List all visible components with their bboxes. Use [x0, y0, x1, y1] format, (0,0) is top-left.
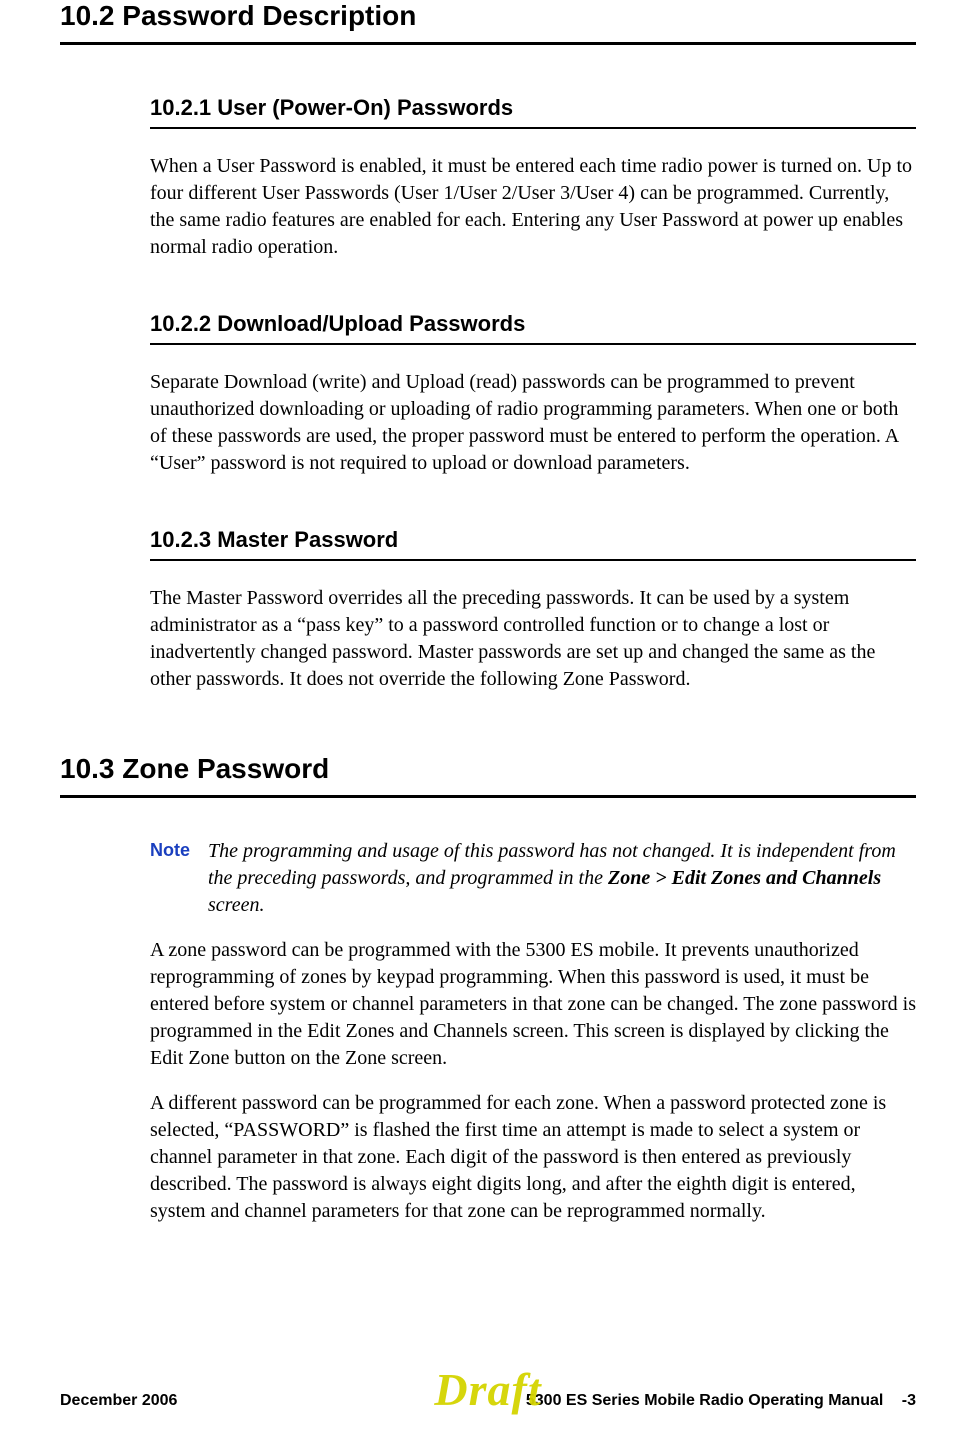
page-footer: December 2006 Draft 5300 ES Series Mobil…	[60, 1392, 916, 1410]
section-10-3-body: A zone password can be programmed with t…	[150, 937, 916, 1225]
rule-10-2-2	[150, 343, 916, 345]
note-text-post: screen.	[208, 894, 264, 916]
para-10-2-3: The Master Password overrides all the pr…	[150, 585, 916, 693]
note-10-3: Note The programming and usage of this p…	[150, 838, 916, 919]
heading-10-2-3: 10.2.3 Master Password	[150, 527, 916, 553]
draft-watermark: Draft	[434, 1363, 541, 1416]
footer-page-number: -3	[902, 1392, 916, 1409]
para-10-3-1: A zone password can be programmed with t…	[150, 937, 916, 1072]
footer-date: December 2006	[60, 1392, 177, 1410]
heading-10-2: 10.2 Password Description	[60, 0, 916, 42]
heading-10-2-1: 10.2.1 User (Power-On) Passwords	[150, 95, 916, 121]
note-label: Note	[150, 838, 190, 861]
rule-10-2-1	[150, 127, 916, 129]
note-text: The programming and usage of this passwo…	[208, 838, 916, 919]
heading-10-2-2: 10.2.2 Download/Upload Passwords	[150, 311, 916, 337]
rule-10-2	[60, 42, 916, 45]
footer-title-block: 5300 ES Series Mobile Radio Operating Ma…	[526, 1392, 916, 1410]
rule-10-3	[60, 795, 916, 798]
rule-10-2-3	[150, 559, 916, 561]
note-text-bold: Zone > Edit Zones and Channels	[608, 867, 881, 889]
para-10-3-2: A different password can be programmed f…	[150, 1090, 916, 1225]
footer-manual-title: 5300 ES Series Mobile Radio Operating Ma…	[526, 1392, 883, 1409]
para-10-2-1: When a User Password is enabled, it must…	[150, 153, 916, 261]
section-10-2-body: 10.2.1 User (Power-On) Passwords When a …	[150, 95, 916, 693]
heading-10-3: 10.3 Zone Password	[60, 753, 916, 795]
section-10-2: 10.2 Password Description 10.2.1 User (P…	[60, 0, 916, 693]
section-10-3: 10.3 Zone Password Note The programming …	[60, 753, 916, 1225]
para-10-2-2: Separate Download (write) and Upload (re…	[150, 369, 916, 477]
